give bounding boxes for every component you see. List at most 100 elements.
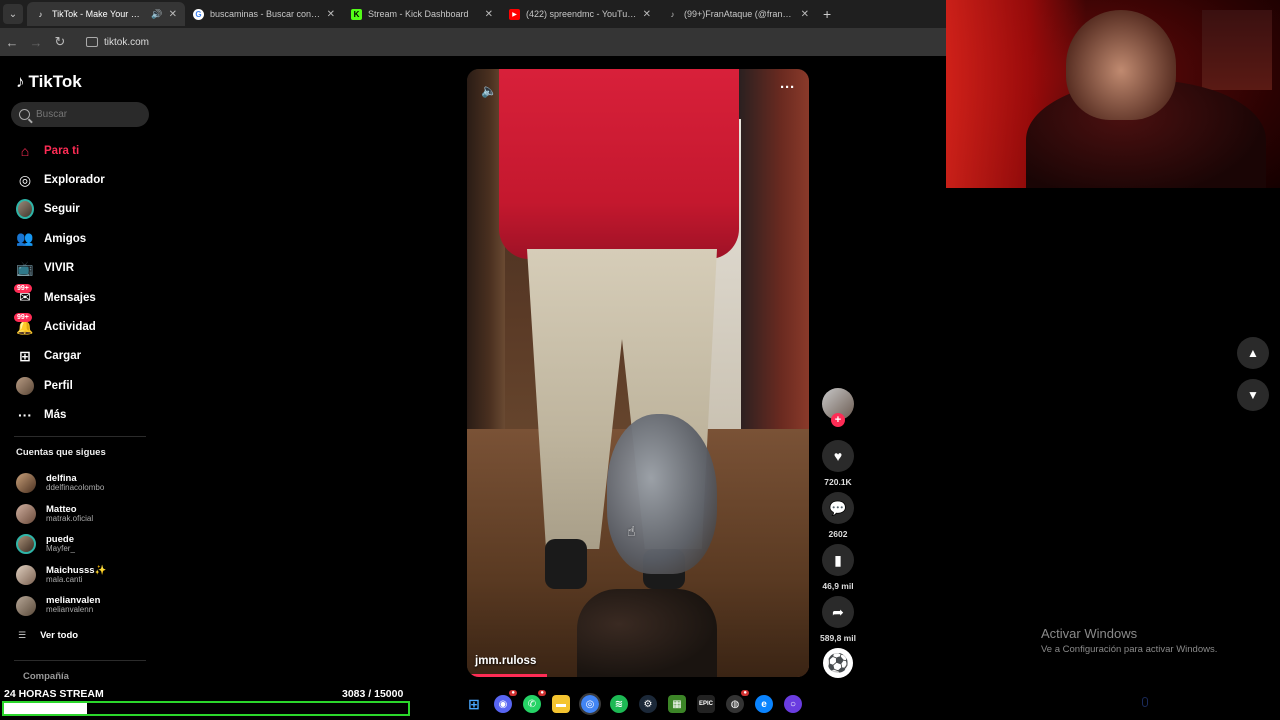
tab-title: (99+)FranAtaque (@franataque): [684, 9, 795, 19]
nav-cargar[interactable]: ⊞ Cargar: [0, 342, 160, 371]
tiktok-logo-icon: ♪: [16, 72, 25, 91]
reload-icon[interactable]: ↻: [48, 34, 72, 50]
tiktok-logo[interactable]: ♪ TikTok: [16, 72, 82, 92]
following-item[interactable]: Maichusss✨ mala.canti: [16, 560, 156, 591]
nav-seguir[interactable]: Seguir: [0, 195, 160, 224]
tab-search-icon[interactable]: ⌄: [3, 4, 23, 24]
video-author[interactable]: jmm.ruloss: [475, 655, 536, 667]
more-options-icon[interactable]: ···: [780, 79, 795, 96]
account-handle: mala.canti: [46, 574, 83, 584]
tiktok-icon: ♪: [38, 9, 43, 19]
nav-para-ti[interactable]: ⌂ Para ti: [0, 136, 160, 165]
close-tab-icon[interactable]: ✕: [485, 9, 493, 20]
edge-icon[interactable]: e: [755, 695, 773, 713]
video-progress[interactable]: [467, 674, 547, 677]
previous-video-button[interactable]: ▲: [1237, 337, 1269, 369]
search-input[interactable]: [36, 109, 136, 120]
account-handle: Mayfer_: [46, 544, 75, 554]
more-icon: ···: [18, 407, 32, 424]
new-tab-icon[interactable]: +: [823, 6, 831, 22]
close-tab-icon[interactable]: ✕: [643, 9, 651, 20]
windows-start-icon[interactable]: ⊞: [465, 695, 483, 713]
tab-title: (422) spreendmc - YouTube: [526, 9, 637, 19]
chrome-icon[interactable]: ◎: [579, 693, 601, 715]
kick-icon: K: [351, 8, 362, 20]
see-all-label: Ver todo: [40, 630, 79, 641]
nav-label: Para ti: [44, 144, 80, 157]
following-item[interactable]: Matteo matrak.oficial: [16, 499, 156, 530]
tab-google[interactable]: G buscaminas - Buscar con Google ✕: [185, 2, 343, 26]
tab-title: TikTok - Make Your Day: [52, 9, 146, 19]
divider: [14, 436, 146, 437]
like-button[interactable]: ♥ 720.1K: [822, 440, 854, 487]
spotify-icon[interactable]: ≋: [610, 695, 628, 713]
nav-label: Perfil: [44, 379, 73, 392]
nav-label: Actividad: [44, 321, 96, 334]
close-tab-icon[interactable]: ✕: [801, 9, 809, 20]
nav-actividad[interactable]: 🔔 99+ Actividad: [0, 312, 160, 341]
comment-button[interactable]: 💬 2602: [822, 492, 854, 539]
avatar: [16, 565, 36, 586]
tab-title: buscaminas - Buscar con Google: [210, 9, 321, 19]
nav-vivir[interactable]: 📺 VIVIR: [0, 254, 160, 283]
upload-icon: ⊞: [19, 347, 31, 364]
music-disc-icon[interactable]: ⚽: [823, 648, 853, 678]
url-text: tiktok.com: [104, 36, 150, 48]
url-field[interactable]: tiktok.com: [78, 32, 157, 52]
google-icon: G: [193, 8, 204, 20]
video-frame-scene: [499, 69, 739, 259]
forward-icon[interactable]: →: [24, 35, 48, 50]
next-video-button[interactable]: ▼: [1237, 379, 1269, 411]
list-icon: ☰: [18, 630, 27, 640]
nav-perfil[interactable]: Perfil: [0, 371, 160, 400]
following-item[interactable]: melianvalen melianvalenn: [16, 590, 156, 621]
minecraft-icon[interactable]: ▦: [668, 695, 686, 713]
tab-kick[interactable]: K Stream - Kick Dashboard ✕: [343, 2, 501, 26]
nav-mas[interactable]: ··· Más: [0, 401, 160, 430]
main-nav: ⌂ Para ti ◎ Explorador Seguir 👥 Amigos 📺…: [0, 136, 160, 430]
site-info-icon[interactable]: [86, 37, 98, 47]
profile-avatar-icon: [16, 376, 34, 395]
tab-youtube[interactable]: ▶ (422) spreendmc - YouTube ✕: [501, 2, 659, 26]
watermark-title: Activar Windows: [1041, 626, 1138, 641]
close-tab-icon[interactable]: ✕: [169, 9, 177, 20]
creator-avatar[interactable]: +: [822, 388, 854, 427]
steam-icon[interactable]: ⚙: [639, 695, 657, 713]
following-item[interactable]: puede Mayfer_: [16, 529, 156, 560]
divider: [14, 660, 146, 661]
discord-icon[interactable]: ◉ ●: [494, 690, 517, 713]
following-avatar-icon: [16, 199, 34, 220]
nav-amigos[interactable]: 👥 Amigos: [0, 224, 160, 253]
save-button[interactable]: ▮ 46,9 mil: [822, 544, 854, 591]
nav-explorador[interactable]: ◎ Explorador: [0, 165, 160, 194]
epic-games-icon[interactable]: EPIC: [697, 695, 715, 713]
close-tab-icon[interactable]: ✕: [327, 9, 335, 20]
sidebar: ♪ TikTok ⌂ Para ti ◎ Explorador Seguir 👥…: [0, 58, 160, 720]
whatsapp-icon[interactable]: ✆ ●: [523, 690, 546, 713]
see-all-button[interactable]: ☰ Ver todo: [18, 630, 78, 641]
app-icon[interactable]: ○: [784, 695, 802, 713]
tab-franataque[interactable]: ♪ (99+)FranAtaque (@franataque) ✕: [659, 2, 817, 26]
live-icon: 📺: [16, 259, 34, 276]
webcam-overlay: [946, 0, 1280, 188]
speaker-icon[interactable]: 🔊: [151, 9, 162, 20]
comment-count: 2602: [828, 529, 848, 539]
follow-plus-icon[interactable]: +: [831, 413, 845, 427]
stream-goal-title: 24 HORAS STREAM: [4, 688, 104, 700]
stream-goal-count: 3083 / 15000: [342, 688, 403, 700]
search-box[interactable]: [11, 102, 149, 127]
file-explorer-icon[interactable]: ▬: [552, 695, 570, 713]
video-frame-scene: [577, 589, 717, 677]
following-list: delfina ddelfinacolombo Matteo matrak.of…: [16, 468, 156, 621]
following-item[interactable]: delfina ddelfinacolombo: [16, 468, 156, 499]
volume-icon[interactable]: 🔈: [481, 83, 497, 99]
video-player[interactable]: 🔈 ··· jmm.ruloss: [467, 69, 809, 677]
share-button[interactable]: ➦ 589,8 mil: [820, 596, 856, 643]
nav-label: Explorador: [44, 174, 105, 187]
back-icon[interactable]: ←: [0, 35, 24, 50]
tab-tiktok[interactable]: ♪ TikTok - Make Your Day 🔊 ✕: [27, 2, 185, 26]
tiktok-icon: ♪: [670, 9, 675, 19]
nav-mensajes[interactable]: ✉ 99+ Mensajes: [0, 283, 160, 312]
obs-icon[interactable]: ◍ ●: [726, 690, 749, 713]
company-link[interactable]: Compañía: [23, 671, 69, 682]
